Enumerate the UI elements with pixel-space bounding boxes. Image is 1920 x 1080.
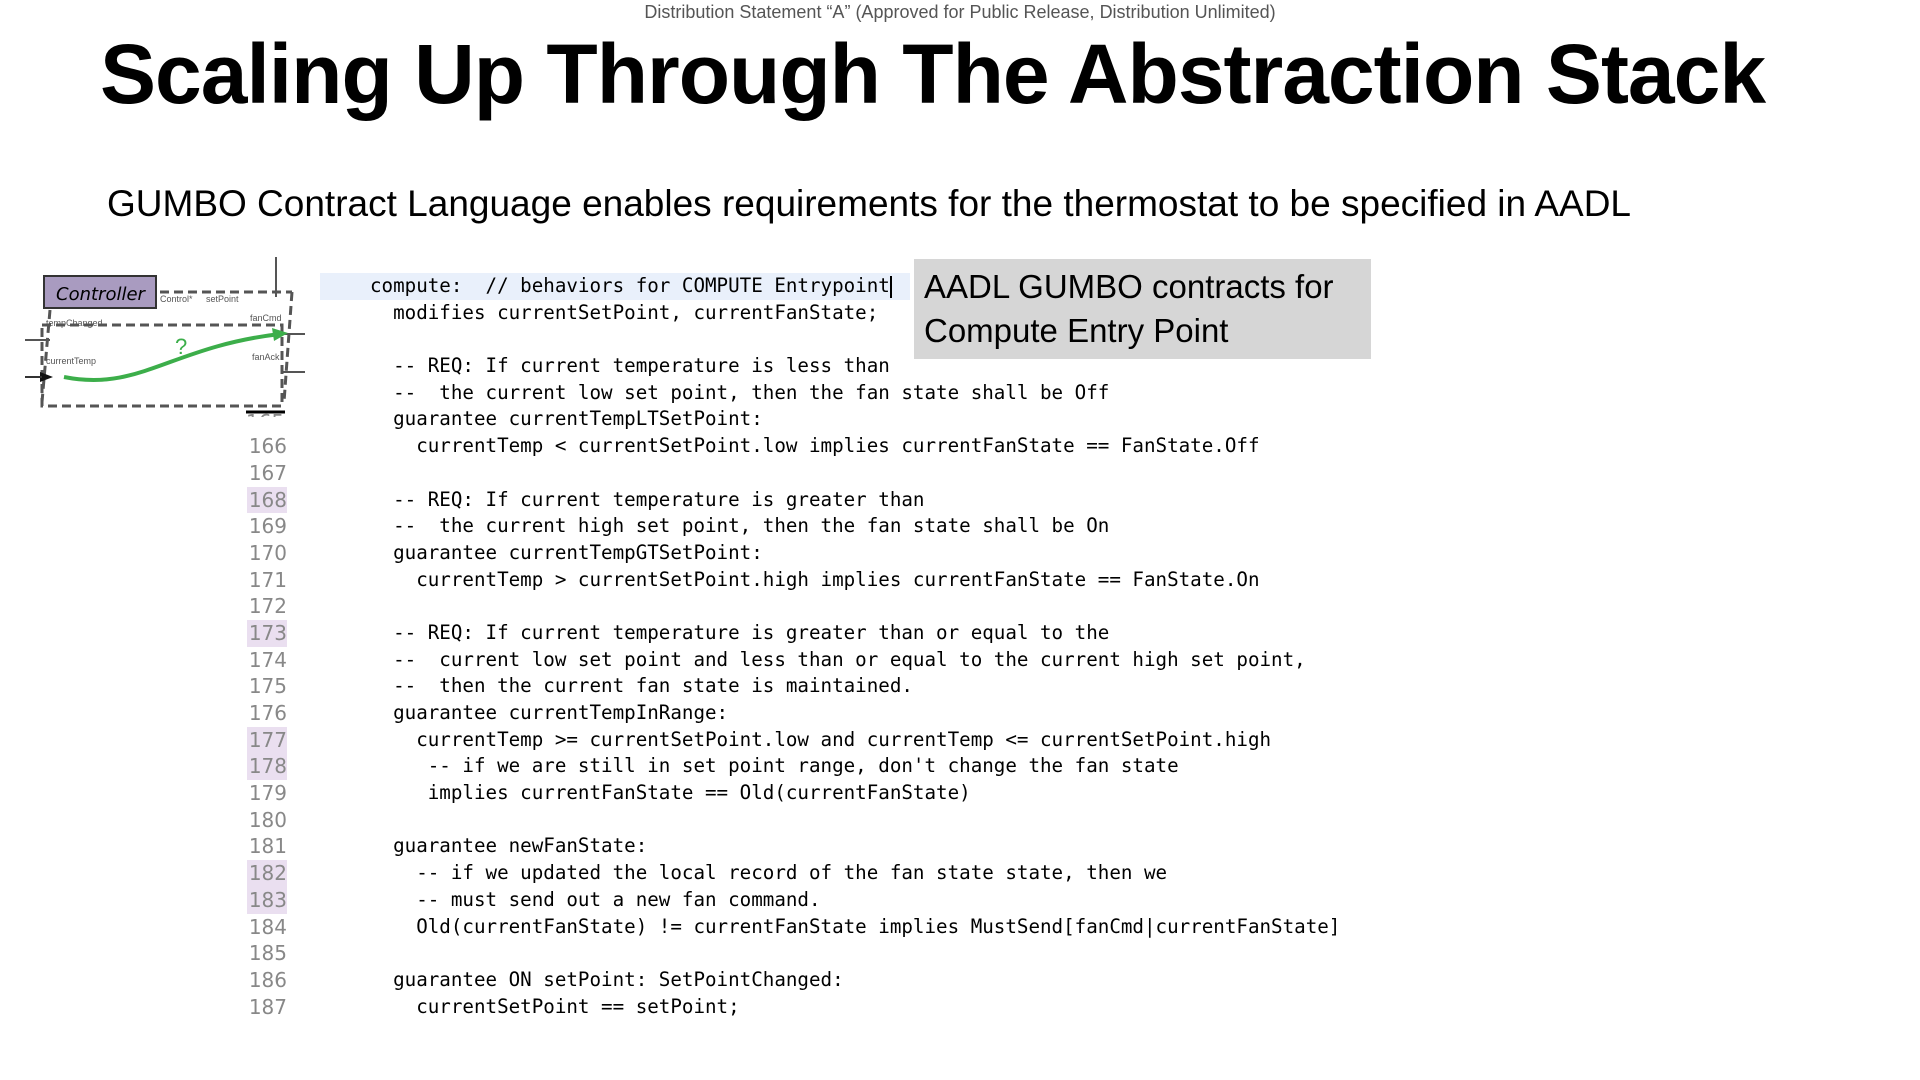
line-number: 176 xyxy=(248,701,287,725)
slide-title: Scaling Up Through The Abstraction Stack xyxy=(100,27,1766,121)
line-number: 168 xyxy=(247,486,287,514)
setpoint-port-label: setPoint xyxy=(206,294,239,304)
controller-diagram: Controller Control* setPoint tempChanged… xyxy=(20,252,320,434)
code-text: -- the current low set point, then the f… xyxy=(370,380,1110,404)
code-text: currentSetPoint == setPoint; xyxy=(370,994,740,1018)
controller-label: Controller xyxy=(56,284,147,305)
code-text: -- the current high set point, then the … xyxy=(370,514,1110,538)
line-number: 174 xyxy=(248,647,287,672)
code-text: guarantee currentTempInRange: xyxy=(370,701,729,724)
line-number: 175 xyxy=(248,674,287,699)
code-text: compute: // behaviors for COMPUTE Entryp… xyxy=(308,273,910,300)
tempchanged-port-label: tempChanged xyxy=(46,318,103,328)
line-number: 173 xyxy=(247,619,287,647)
code-text: -- then the current fan state is maintai… xyxy=(370,674,913,698)
code-text: guarantee currentTempGTSetPoint: xyxy=(370,540,763,564)
code-text: -- REQ: If current temperature is less t… xyxy=(370,354,890,378)
code-text: modifies currentSetPoint, currentFanStat… xyxy=(370,300,879,324)
line-number: 178 xyxy=(247,753,287,781)
code-text: guarantee currentTempLTSetPoint: xyxy=(370,407,763,431)
line-number: 167 xyxy=(248,460,287,485)
fancmd-port-label: fanCmd xyxy=(250,313,282,323)
line-number: 179 xyxy=(248,781,287,806)
code-text: -- must send out a new fan command. xyxy=(370,887,821,911)
code-text: Old(currentFanState) != currentFanState … xyxy=(370,914,1341,938)
line-number: 186 xyxy=(248,967,287,992)
line-number: 177 xyxy=(247,726,287,754)
line-number: 180 xyxy=(248,807,287,832)
code-text: -- REQ: If current temperature is greate… xyxy=(370,487,925,511)
line-number: 166 xyxy=(248,434,287,459)
text-cursor xyxy=(889,275,892,298)
line-number: 169 xyxy=(248,514,287,539)
line-number: 184 xyxy=(248,914,287,939)
code-text: -- current low set point and less than o… xyxy=(370,647,1306,671)
code-text: implies currentFanState == Old(currentFa… xyxy=(370,781,971,805)
line-number: 185 xyxy=(248,941,287,966)
callout-box: AADL GUMBO contracts for Compute Entry P… xyxy=(914,259,1371,359)
code-text: -- if we are still in set point range, d… xyxy=(370,754,1179,778)
line-number: 170 xyxy=(248,540,287,565)
line-number: 182 xyxy=(247,860,287,887)
fanack-port-label: fanAck xyxy=(252,352,280,362)
line-number: 181 xyxy=(248,834,287,859)
callout-line-2: Compute Entry Point xyxy=(924,312,1229,349)
callout-line-1: AADL GUMBO contracts for xyxy=(924,268,1334,305)
line-number: 183 xyxy=(247,886,287,914)
code-text: -- REQ: If current temperature is greate… xyxy=(370,620,1110,644)
code-text: currentTemp < currentSetPoint.low implie… xyxy=(370,434,1260,458)
code-text: -- if we updated the local record of the… xyxy=(370,861,1168,885)
code-text: guarantee ON setPoint: SetPointChanged: xyxy=(370,967,844,991)
line-number: 171 xyxy=(248,567,287,592)
distribution-statement: Distribution Statement “A” (Approved for… xyxy=(644,2,1276,22)
line-number: 187 xyxy=(248,994,287,1019)
code-text: guarantee newFanState: xyxy=(370,834,648,858)
line-number: 172 xyxy=(248,594,287,619)
flow-arrow xyxy=(63,332,281,382)
code-text: currentTemp > currentSetPoint.high impli… xyxy=(370,567,1260,591)
slide-subtitle: GUMBO Contract Language enables requirem… xyxy=(107,183,1631,224)
currenttemp-port-label: currentTemp xyxy=(46,356,96,366)
control-label: Control* xyxy=(160,294,193,304)
code-text: currentTemp >= currentSetPoint.low and c… xyxy=(370,727,1272,751)
